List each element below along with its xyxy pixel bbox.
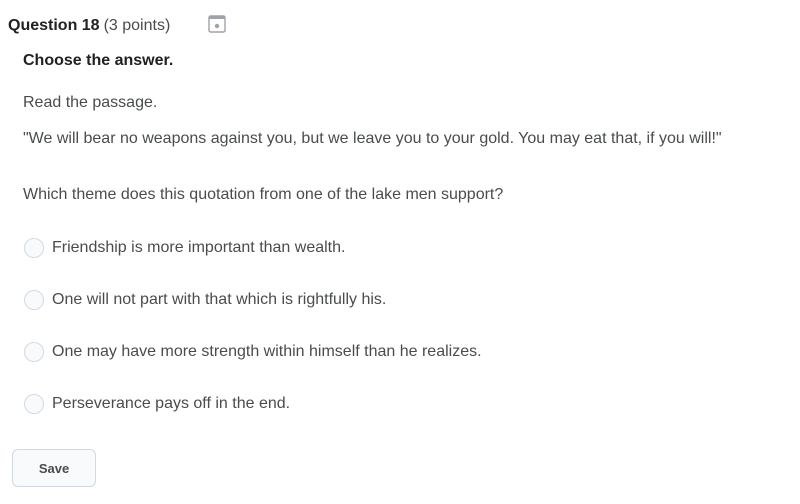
passage-quote: "We will bear no weapons against you, bu…	[23, 130, 722, 147]
save-button[interactable]: Save	[12, 449, 96, 487]
question-prompt: Which theme does this quotation from one…	[23, 186, 504, 203]
answer-option-label: Friendship is more important than wealth…	[52, 239, 346, 256]
answer-option-2[interactable]: One will not part with that which is rig…	[24, 290, 386, 310]
answer-option-3[interactable]: One may have more strength within himsel…	[24, 342, 482, 362]
radio-button[interactable]	[24, 342, 44, 362]
quiz-page: Question 18 (3 points) Choose the answer…	[0, 0, 800, 504]
answer-option-label: One will not part with that which is rig…	[52, 291, 387, 308]
question-header: Question 18 (3 points)	[8, 17, 170, 35]
question-instruction: Choose the answer.	[23, 52, 174, 69]
read-passage-text: Read the passage.	[23, 94, 158, 111]
radio-button[interactable]	[24, 238, 44, 258]
answer-option-1[interactable]: Friendship is more important than wealth…	[24, 238, 345, 258]
radio-button[interactable]	[24, 290, 44, 310]
radio-button[interactable]	[24, 394, 44, 414]
question-points: (3 points)	[103, 17, 171, 34]
answer-option-4[interactable]: Perseverance pays off in the end.	[24, 394, 290, 414]
answer-option-label: One may have more strength within himsel…	[52, 343, 482, 360]
bookmark-flag-icon[interactable]	[208, 15, 226, 33]
question-number: Question 18	[8, 17, 100, 34]
answer-option-label: Perseverance pays off in the end.	[52, 395, 291, 412]
